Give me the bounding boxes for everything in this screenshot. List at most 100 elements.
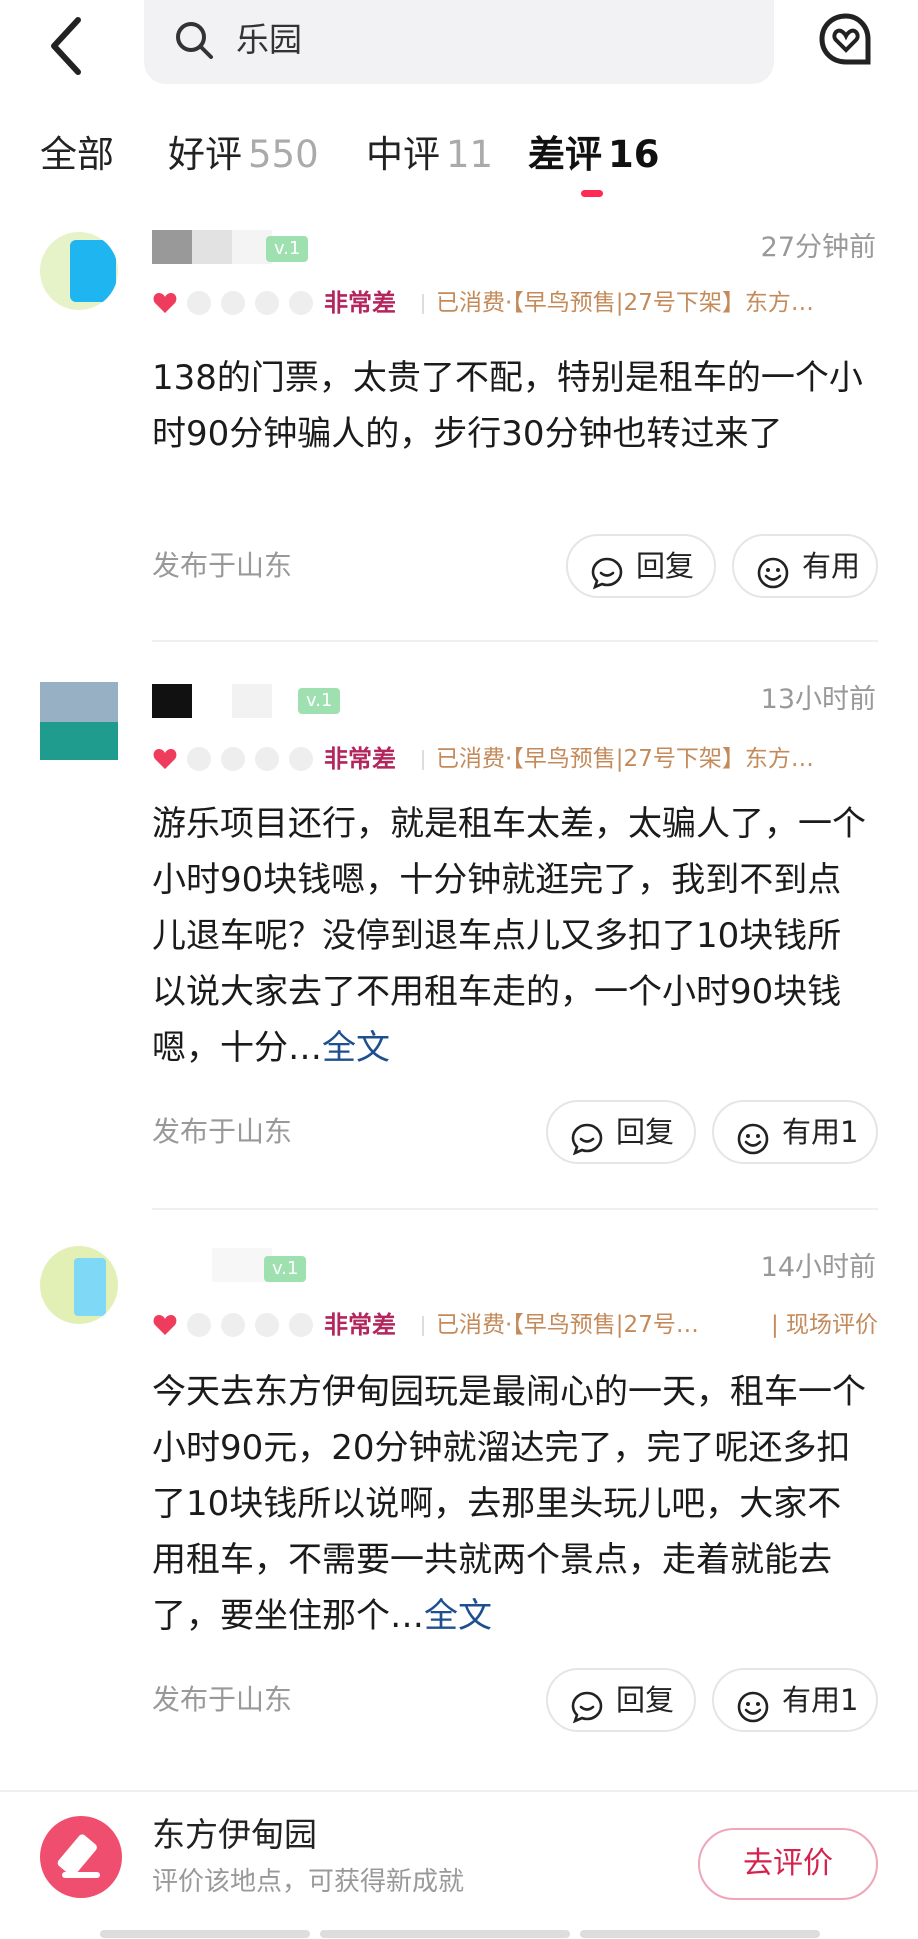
rating-hearts — [152, 290, 322, 316]
review-item: v.1 13小时前 非常差 已消费·【早鸟预售|27号下架】东方… 游乐项目还行… — [0, 676, 918, 1216]
helpful-label: 有用1 — [782, 1683, 859, 1717]
avatar[interactable] — [40, 1246, 118, 1324]
rating-label: 非常差 — [324, 1311, 396, 1339]
heart-icon — [220, 1312, 246, 1338]
consumption-meta[interactable]: 已消费·【早鸟预售|27号下架】东方… — [436, 286, 876, 320]
smile-icon — [736, 1684, 770, 1723]
search-query[interactable]: 乐园 — [236, 18, 302, 62]
tab-label: 差评 — [528, 133, 602, 176]
search-icon — [172, 18, 216, 62]
rating-row: 非常差 已消费·【早鸟预售|27号下架】东方… — [152, 742, 878, 776]
review-text[interactable]: 今天去东方伊甸园玩是最闹心的一天，租车一个小时90元，20分钟就溜达完了，完了呢… — [152, 1364, 874, 1644]
consumption-meta[interactable]: 已消费·【早鸟预售|27号… — [436, 1308, 736, 1342]
bottom-edge — [320, 1930, 570, 1938]
heart-icon — [288, 290, 314, 316]
divider — [422, 294, 424, 314]
back-arrow-icon[interactable] — [40, 8, 100, 78]
avatar[interactable] — [40, 232, 118, 310]
review-time: 14小时前 — [760, 1252, 876, 1283]
review-location: 发布于山东 — [152, 1683, 293, 1716]
comment-icon — [590, 550, 624, 590]
read-more-link[interactable]: 全文 — [322, 1028, 390, 1068]
heart-icon — [186, 290, 212, 316]
helpful-button[interactable]: 有用1 — [712, 1100, 878, 1164]
divider — [422, 750, 424, 770]
review-body: 今天去东方伊甸园玩是最闹心的一天，租车一个小时90元，20分钟就溜达完了，完了呢… — [152, 1372, 866, 1636]
bottom-review-bar: 东方伊甸园 评价该地点，可获得新成就 去评价 — [0, 1790, 918, 1939]
heart-icon — [220, 290, 246, 316]
reply-label: 回复 — [616, 1115, 675, 1149]
rating-label: 非常差 — [324, 745, 396, 773]
tab-label: 中评 — [366, 133, 440, 176]
reply-button[interactable]: 回复 — [546, 1100, 696, 1164]
smile-icon — [756, 550, 790, 589]
reply-label: 回复 — [616, 1683, 675, 1717]
search-bar[interactable]: 乐园 — [144, 0, 774, 84]
heart-icon — [152, 1312, 178, 1338]
reply-button[interactable]: 回复 — [546, 1668, 696, 1732]
rating-label: 非常差 — [324, 289, 396, 317]
heart-icon — [186, 746, 212, 772]
comment-icon — [570, 1116, 604, 1156]
tab-count: 550 — [248, 133, 319, 176]
review-time: 27分钟前 — [760, 232, 876, 263]
heart-icon — [152, 290, 178, 316]
user-level-badge: v.1 — [266, 236, 309, 262]
top-bar: 乐园 — [0, 0, 918, 100]
tab-all[interactable]: 全部 — [40, 128, 114, 182]
tab-good[interactable]: 好评 550 — [168, 128, 319, 182]
heart-icon — [186, 1312, 212, 1338]
reply-label: 回复 — [636, 549, 695, 583]
active-tab-indicator — [581, 190, 603, 197]
rating-row: 非常差 已消费·【早鸟预售|27号… | 现场评价 — [152, 1308, 878, 1342]
review-divider — [152, 1208, 878, 1210]
heart-icon — [288, 1312, 314, 1338]
reply-button[interactable]: 回复 — [566, 534, 716, 598]
tab-neutral[interactable]: 中评 11 — [366, 128, 493, 182]
tab-label: 全部 — [40, 133, 114, 176]
consumption-meta[interactable]: 已消费·【早鸟预售|27号下架】东方… — [436, 742, 876, 776]
heart-icon — [254, 1312, 280, 1338]
heart-chat-icon[interactable] — [818, 12, 874, 68]
review-text[interactable]: 138的门票，太贵了不配，特别是租车的一个小时90分钟骗人的，步行30分钟也转过… — [152, 350, 874, 462]
place-name: 东方伊甸园 — [152, 1815, 317, 1854]
review-item: v.1 27分钟前 非常差 已消费·【早鸟预售|27号下架】东方… 138的门票… — [0, 220, 918, 650]
review-item: v.1 14小时前 非常差 已消费·【早鸟预售|27号… | 现场评价 今天去东… — [0, 1242, 918, 1782]
tab-bad[interactable]: 差评 16 — [528, 128, 660, 182]
place-subtitle: 评价该地点，可获得新成就 — [152, 1867, 465, 1897]
heart-icon — [254, 290, 280, 316]
tab-label: 好评 — [168, 133, 242, 176]
helpful-label: 有用1 — [782, 1115, 859, 1149]
bottom-edge — [100, 1930, 310, 1938]
write-review-button[interactable]: 去评价 — [698, 1828, 878, 1900]
helpful-button[interactable]: 有用1 — [712, 1668, 878, 1732]
onsite-review-tag: | 现场评价 — [770, 1312, 878, 1338]
review-body: 游乐项目还行，就是租车太差，太骗人了，一个小时90块钱嗯，十分钟就逛完了，我到不… — [152, 804, 866, 1068]
smile-icon — [736, 1116, 770, 1155]
divider — [422, 1316, 424, 1336]
review-time: 13小时前 — [760, 684, 876, 715]
helpful-label: 有用 — [802, 549, 861, 583]
user-level-badge: v.1 — [298, 688, 341, 714]
helpful-button[interactable]: 有用 — [732, 534, 878, 598]
review-location: 发布于山东 — [152, 1115, 293, 1148]
user-level-badge: v.1 — [264, 1256, 307, 1282]
review-divider — [152, 640, 878, 642]
tab-count: 16 — [608, 133, 660, 176]
bottom-edge — [580, 1930, 820, 1938]
review-text[interactable]: 游乐项目还行，就是租车太差，太骗人了，一个小时90块钱嗯，十分钟就逛完了，我到不… — [152, 796, 874, 1076]
tab-count: 11 — [446, 133, 494, 176]
review-location: 发布于山东 — [152, 549, 293, 582]
rating-hearts — [152, 746, 322, 772]
heart-icon — [152, 746, 178, 772]
heart-icon — [288, 746, 314, 772]
read-more-link[interactable]: 全文 — [424, 1596, 492, 1636]
review-body: 138的门票，太贵了不配，特别是租车的一个小时90分钟骗人的，步行30分钟也转过… — [152, 358, 863, 454]
heart-icon — [220, 746, 246, 772]
avatar[interactable] — [40, 682, 118, 760]
comment-icon — [570, 1684, 604, 1724]
pencil-icon — [40, 1816, 122, 1898]
rating-hearts — [152, 1312, 322, 1338]
heart-icon — [254, 746, 280, 772]
rating-row: 非常差 已消费·【早鸟预售|27号下架】东方… — [152, 286, 878, 320]
